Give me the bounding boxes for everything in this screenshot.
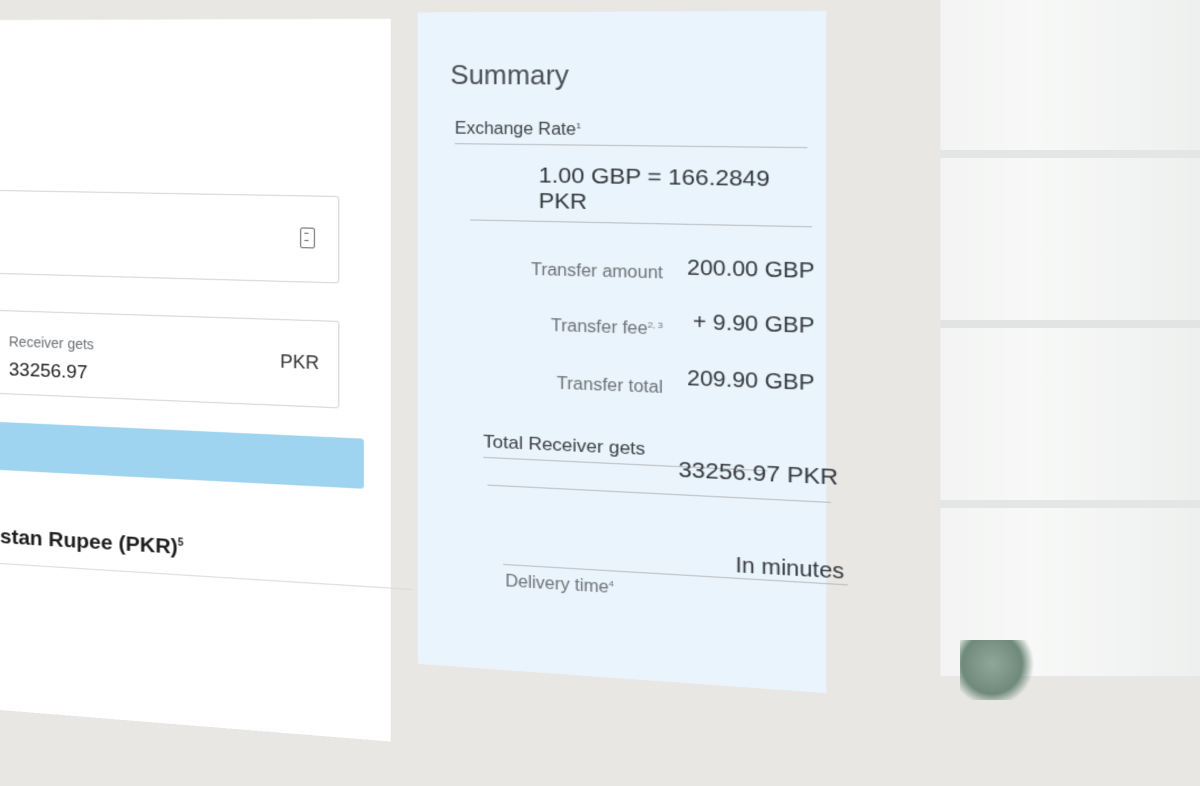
delivery-time-value: In minutes bbox=[663, 550, 844, 586]
currency-title-note: 5 bbox=[178, 537, 184, 549]
delivery-time-note: 4 bbox=[609, 579, 614, 589]
transfer-amount-label: Transfer amount bbox=[461, 259, 663, 283]
transfer-fee-label: Transfer fee2, 3 bbox=[461, 314, 663, 340]
send-amount-field[interactable] bbox=[0, 189, 339, 283]
exchange-rate-note: 1 bbox=[576, 121, 581, 131]
calculator-icon[interactable] bbox=[300, 227, 315, 248]
converter-card: Receiver gets 33256.97 PKR stan Rupee (P… bbox=[0, 19, 391, 742]
exchange-rate-label-text: Exchange Rate bbox=[455, 120, 576, 139]
transfer-amount-value: 200.00 GBP bbox=[651, 255, 814, 284]
transfer-fee-value: + 9.90 GBP bbox=[651, 309, 814, 339]
transfer-total-value: 209.90 GBP bbox=[651, 365, 814, 396]
exchange-rate-value: 1.00 GBP = 166.2849 PKR bbox=[539, 163, 827, 220]
receiver-gets-label: Receiver gets bbox=[9, 333, 94, 352]
total-receiver-value: 33256.97 PKR bbox=[629, 455, 839, 491]
transfer-fee-label-text: Transfer fee bbox=[551, 317, 648, 338]
continue-button[interactable] bbox=[0, 421, 364, 489]
summary-title: Summary bbox=[450, 61, 568, 92]
receiver-currency[interactable]: PKR bbox=[280, 351, 319, 374]
receiver-gets-value[interactable]: 33256.97 bbox=[9, 359, 88, 384]
receiver-gets-field[interactable]: Receiver gets 33256.97 PKR bbox=[0, 309, 339, 408]
transfer-total-label: Transfer total bbox=[461, 371, 663, 398]
delivery-time-label: Delivery time4 bbox=[505, 572, 614, 598]
currency-title-text: stan Rupee (PKR) bbox=[0, 525, 178, 559]
total-receiver-label: Total Receiver gets bbox=[483, 431, 645, 460]
currency-title: stan Rupee (PKR)5 bbox=[0, 523, 412, 590]
background-wall bbox=[926, 0, 1200, 676]
screen: Receiver gets 33256.97 PKR stan Rupee (P… bbox=[0, 0, 941, 748]
summary-panel: Summary Exchange Rate1 1.00 GBP = 166.28… bbox=[418, 11, 827, 693]
background-plant bbox=[960, 640, 1040, 700]
delivery-time-label-text: Delivery time bbox=[505, 573, 608, 598]
exchange-rate-label: Exchange Rate1 bbox=[455, 120, 808, 149]
summary-divider bbox=[470, 219, 812, 227]
